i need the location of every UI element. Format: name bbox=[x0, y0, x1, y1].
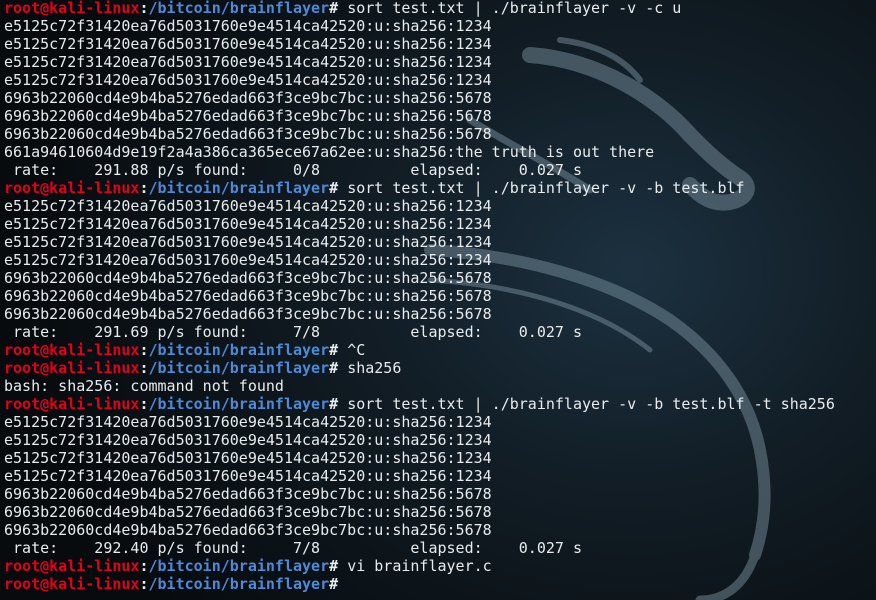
terminal-window[interactable]: root@kali-linux:/bitcoin/brainflayer# so… bbox=[0, 0, 876, 600]
command-text: sha256 bbox=[347, 359, 402, 377]
output-text: 6963b22060cd4e9b4ba5276edad663f3ce9bc7bc… bbox=[4, 125, 492, 143]
prompt-line: root@kali-linux:/bitcoin/brainflayer# sh… bbox=[4, 359, 835, 377]
output-line: e5125c72f31420ea76d5031760e9e4514ca42520… bbox=[4, 215, 835, 233]
prompt-user-host: root@kali-linux bbox=[4, 341, 140, 359]
output-text: e5125c72f31420ea76d5031760e9e4514ca42520… bbox=[4, 251, 492, 269]
prompt-path: /bitcoin/brainflayer bbox=[148, 359, 330, 377]
prompt-separator: : bbox=[139, 179, 149, 197]
prompt-symbol: # bbox=[329, 179, 348, 197]
prompt-separator: : bbox=[139, 395, 149, 413]
prompt-separator: : bbox=[139, 341, 149, 359]
output-line: 6963b22060cd4e9b4ba5276edad663f3ce9bc7bc… bbox=[4, 521, 835, 539]
output-line: 6963b22060cd4e9b4ba5276edad663f3ce9bc7bc… bbox=[4, 89, 835, 107]
output-line: e5125c72f31420ea76d5031760e9e4514ca42520… bbox=[4, 467, 835, 485]
output-text: 6963b22060cd4e9b4ba5276edad663f3ce9bc7bc… bbox=[4, 305, 492, 323]
output-text: bash: sha256: command not found bbox=[4, 377, 284, 395]
prompt-path: /bitcoin/brainflayer bbox=[148, 0, 330, 17]
prompt-path: /bitcoin/brainflayer bbox=[148, 179, 330, 197]
prompt-line: root@kali-linux:/bitcoin/brainflayer# so… bbox=[4, 0, 835, 17]
output-text: 6963b22060cd4e9b4ba5276edad663f3ce9bc7bc… bbox=[4, 521, 492, 539]
output-line: 6963b22060cd4e9b4ba5276edad663f3ce9bc7bc… bbox=[4, 125, 835, 143]
output-line: 6963b22060cd4e9b4ba5276edad663f3ce9bc7bc… bbox=[4, 107, 835, 125]
output-text: 661a94610604d9e19f2a4a386ca365ece67a62ee… bbox=[4, 143, 655, 161]
output-line: e5125c72f31420ea76d5031760e9e4514ca42520… bbox=[4, 197, 835, 215]
prompt-user-host: root@kali-linux bbox=[4, 557, 140, 575]
output-text: e5125c72f31420ea76d5031760e9e4514ca42520… bbox=[4, 17, 492, 35]
output-text: e5125c72f31420ea76d5031760e9e4514ca42520… bbox=[4, 197, 492, 215]
prompt-separator: : bbox=[139, 575, 149, 593]
output-text: e5125c72f31420ea76d5031760e9e4514ca42520… bbox=[4, 53, 492, 71]
output-line: e5125c72f31420ea76d5031760e9e4514ca42520… bbox=[4, 449, 835, 467]
output-line: e5125c72f31420ea76d5031760e9e4514ca42520… bbox=[4, 233, 835, 251]
output-text: 6963b22060cd4e9b4ba5276edad663f3ce9bc7bc… bbox=[4, 269, 492, 287]
output-line: e5125c72f31420ea76d5031760e9e4514ca42520… bbox=[4, 431, 835, 449]
prompt-path: /bitcoin/brainflayer bbox=[148, 557, 330, 575]
output-text: e5125c72f31420ea76d5031760e9e4514ca42520… bbox=[4, 431, 492, 449]
output-line: e5125c72f31420ea76d5031760e9e4514ca42520… bbox=[4, 17, 835, 35]
output-line: rate: 292.40 p/s found: 7/8 elapsed: 0.0… bbox=[4, 539, 835, 557]
prompt-separator: : bbox=[139, 0, 149, 17]
output-line: bash: sha256: command not found bbox=[4, 377, 835, 395]
prompt-separator: : bbox=[139, 557, 149, 575]
output-line: e5125c72f31420ea76d5031760e9e4514ca42520… bbox=[4, 35, 835, 53]
output-text: 6963b22060cd4e9b4ba5276edad663f3ce9bc7bc… bbox=[4, 287, 492, 305]
prompt-symbol: # bbox=[329, 557, 348, 575]
prompt-path: /bitcoin/brainflayer bbox=[148, 341, 330, 359]
prompt-symbol: # bbox=[329, 359, 348, 377]
prompt-user-host: root@kali-linux bbox=[4, 395, 140, 413]
prompt-line: root@kali-linux:/bitcoin/brainflayer# bbox=[4, 575, 835, 593]
output-line: e5125c72f31420ea76d5031760e9e4514ca42520… bbox=[4, 71, 835, 89]
command-text: vi brainflayer.c bbox=[347, 557, 492, 575]
prompt-symbol: # bbox=[329, 575, 348, 593]
prompt-separator: : bbox=[139, 359, 149, 377]
prompt-user-host: root@kali-linux bbox=[4, 359, 140, 377]
output-text: e5125c72f31420ea76d5031760e9e4514ca42520… bbox=[4, 449, 492, 467]
terminal-output: root@kali-linux:/bitcoin/brainflayer# so… bbox=[4, 0, 835, 593]
prompt-line: root@kali-linux:/bitcoin/brainflayer# so… bbox=[4, 395, 835, 413]
prompt-path: /bitcoin/brainflayer bbox=[148, 575, 330, 593]
prompt-line: root@kali-linux:/bitcoin/brainflayer# vi… bbox=[4, 557, 835, 575]
prompt-line: root@kali-linux:/bitcoin/brainflayer# ^C bbox=[4, 341, 835, 359]
command-text: sort test.txt | ./brainflayer -v -b test… bbox=[347, 395, 835, 413]
output-line: 6963b22060cd4e9b4ba5276edad663f3ce9bc7bc… bbox=[4, 269, 835, 287]
output-text: rate: 291.69 p/s found: 7/8 elapsed: 0.0… bbox=[4, 323, 582, 341]
output-text: e5125c72f31420ea76d5031760e9e4514ca42520… bbox=[4, 467, 492, 485]
output-line: e5125c72f31420ea76d5031760e9e4514ca42520… bbox=[4, 53, 835, 71]
output-line: e5125c72f31420ea76d5031760e9e4514ca42520… bbox=[4, 251, 835, 269]
prompt-symbol: # bbox=[329, 341, 348, 359]
output-line: rate: 291.88 p/s found: 0/8 elapsed: 0.0… bbox=[4, 161, 835, 179]
output-line: 661a94610604d9e19f2a4a386ca365ece67a62ee… bbox=[4, 143, 835, 161]
prompt-user-host: root@kali-linux bbox=[4, 179, 140, 197]
output-line: 6963b22060cd4e9b4ba5276edad663f3ce9bc7bc… bbox=[4, 305, 835, 323]
prompt-symbol: # bbox=[329, 0, 348, 17]
command-text: sort test.txt | ./brainflayer -v -c u bbox=[347, 0, 682, 17]
prompt-line: root@kali-linux:/bitcoin/brainflayer# so… bbox=[4, 179, 835, 197]
output-text: 6963b22060cd4e9b4ba5276edad663f3ce9bc7bc… bbox=[4, 485, 492, 503]
output-line: e5125c72f31420ea76d5031760e9e4514ca42520… bbox=[4, 413, 835, 431]
output-line: 6963b22060cd4e9b4ba5276edad663f3ce9bc7bc… bbox=[4, 485, 835, 503]
output-line: 6963b22060cd4e9b4ba5276edad663f3ce9bc7bc… bbox=[4, 287, 835, 305]
output-text: e5125c72f31420ea76d5031760e9e4514ca42520… bbox=[4, 215, 492, 233]
output-text: 6963b22060cd4e9b4ba5276edad663f3ce9bc7bc… bbox=[4, 89, 492, 107]
output-text: e5125c72f31420ea76d5031760e9e4514ca42520… bbox=[4, 71, 492, 89]
prompt-user-host: root@kali-linux bbox=[4, 575, 140, 593]
output-text: rate: 292.40 p/s found: 7/8 elapsed: 0.0… bbox=[4, 539, 582, 557]
output-line: rate: 291.69 p/s found: 7/8 elapsed: 0.0… bbox=[4, 323, 835, 341]
output-text: e5125c72f31420ea76d5031760e9e4514ca42520… bbox=[4, 35, 492, 53]
prompt-user-host: root@kali-linux bbox=[4, 0, 140, 17]
output-text: e5125c72f31420ea76d5031760e9e4514ca42520… bbox=[4, 233, 492, 251]
output-text: 6963b22060cd4e9b4ba5276edad663f3ce9bc7bc… bbox=[4, 107, 492, 125]
command-text: sort test.txt | ./brainflayer -v -b test… bbox=[347, 179, 745, 197]
output-text: rate: 291.88 p/s found: 0/8 elapsed: 0.0… bbox=[4, 161, 582, 179]
output-line: 6963b22060cd4e9b4ba5276edad663f3ce9bc7bc… bbox=[4, 503, 835, 521]
output-text: e5125c72f31420ea76d5031760e9e4514ca42520… bbox=[4, 413, 492, 431]
command-text: ^C bbox=[347, 341, 366, 359]
output-text: 6963b22060cd4e9b4ba5276edad663f3ce9bc7bc… bbox=[4, 503, 492, 521]
prompt-path: /bitcoin/brainflayer bbox=[148, 395, 330, 413]
prompt-symbol: # bbox=[329, 395, 348, 413]
